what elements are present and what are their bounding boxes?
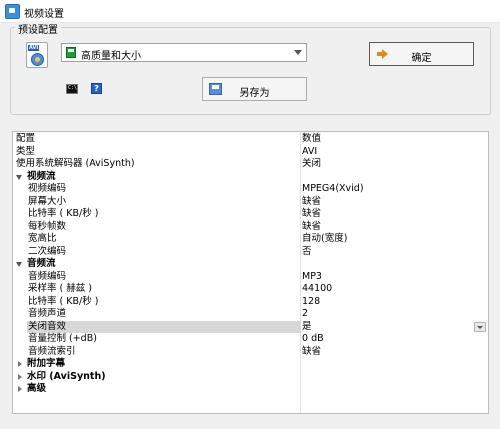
expand-open-icon[interactable]	[16, 174, 22, 180]
grid-property-row[interactable]: 音频声道 2	[13, 308, 488, 321]
property-name: 关闭音效	[28, 320, 67, 332]
grid-category-row[interactable]: 高级	[13, 383, 488, 396]
property-name: 音频流索引	[28, 345, 76, 357]
grid-category-row[interactable]: 视频流	[13, 171, 488, 184]
grid-property-row[interactable]: 音量控制 (+dB) 0 dB	[13, 333, 488, 346]
property-grid[interactable]: 配置 数值 类型 AVI 使用系统解码器 (AviSynth) 关闭视频流 视频编码 MP…	[12, 131, 489, 414]
property-value[interactable]: 缺省	[302, 346, 321, 359]
property-name: 采样率 ( 赫兹 )	[28, 283, 92, 294]
property-value[interactable]: 缺省	[302, 208, 321, 221]
category-label: 高级	[27, 383, 47, 394]
category-label: 附加字幕	[27, 358, 66, 369]
selected-value-cell	[301, 320, 488, 333]
property-value[interactable]: MPEG4(Xvid)	[302, 183, 364, 196]
property-value[interactable]: 0 dB	[302, 333, 324, 346]
expand-closed-icon[interactable]	[18, 361, 22, 367]
property-value[interactable]: MP3	[302, 271, 322, 284]
property-value[interactable]: 自动(宽度)	[302, 233, 347, 246]
preset-selected-value: 高质量和大小	[81, 51, 141, 62]
property-value[interactable]: 128	[302, 296, 320, 309]
app-icon	[5, 4, 20, 19]
grid-property-row[interactable]: 使用系统解码器 (AviSynth) 关闭	[13, 158, 488, 171]
property-value[interactable]: 44100	[302, 283, 332, 296]
property-name: 音频编码	[28, 270, 67, 282]
property-value[interactable]: 缺省	[302, 196, 321, 209]
grid-property-row[interactable]: 比特率 ( KB/秒 ) 128	[13, 296, 488, 309]
ok-button-label: 确定	[411, 53, 432, 64]
save-as-button[interactable]: 另存为	[202, 77, 307, 101]
ok-button[interactable]: 确定	[369, 42, 474, 66]
grid-property-row[interactable]: 比特率 ( KB/秒 ) 缺省	[13, 208, 488, 221]
grid-property-row[interactable]: 每秒帧数 缺省	[13, 221, 488, 234]
floppy-disk-icon	[66, 47, 76, 58]
header-value: 数值	[302, 133, 322, 144]
value-dropdown-button[interactable]	[474, 321, 486, 332]
category-label: 视频流	[27, 170, 56, 182]
property-name: 比特率 ( KB/秒 )	[28, 295, 99, 307]
property-name: 音量控制 (+dB)	[28, 333, 97, 344]
property-name: 比特率 ( KB/秒 )	[28, 208, 99, 219]
avi-file-icon: AVI	[26, 42, 48, 68]
category-label: 水印 (AviSynth)	[27, 370, 106, 382]
property-name: 宽高比	[28, 233, 57, 244]
grid-property-row[interactable]: 宽高比 自动(宽度)	[13, 233, 488, 246]
grid-header: 配置 数值	[13, 133, 488, 146]
preset-groupbox	[10, 27, 491, 115]
property-value[interactable]: 缺省	[302, 221, 321, 234]
property-value[interactable]: AVI	[302, 146, 317, 159]
property-name: 每秒帧数	[28, 220, 67, 232]
preset-group-label: 预设配置	[15, 21, 61, 36]
expand-closed-icon[interactable]	[18, 386, 22, 392]
category-label: 音频流	[27, 258, 56, 269]
grid-property-row[interactable]: 音频流索引 缺省	[13, 346, 488, 359]
property-value[interactable]: 关闭	[302, 158, 321, 171]
grid-category-row[interactable]: 附加字幕	[13, 358, 488, 371]
property-name: 视频编码	[28, 183, 67, 194]
header-name: 配置	[16, 133, 36, 144]
window-title: 视频设置	[24, 9, 64, 20]
grid-category-row[interactable]: 水印 (AviSynth)	[13, 371, 488, 384]
title-bar: 视频设置	[0, 0, 500, 23]
selected-row-highlight	[27, 320, 301, 333]
grid-property-row[interactable]: 音频编码 MP3	[13, 271, 488, 284]
grid-property-row[interactable]: 类型 AVI	[13, 146, 488, 159]
preset-dropdown[interactable]: 高质量和大小	[61, 43, 307, 62]
property-name: 屏幕大小	[28, 195, 67, 207]
help-icon[interactable]: ?	[91, 83, 102, 94]
property-name: 使用系统解码器 (AviSynth)	[16, 158, 135, 169]
chevron-down-icon	[294, 50, 302, 55]
property-value[interactable]: 2	[302, 308, 308, 321]
grid-property-row[interactable]: 关闭音效 是	[13, 320, 488, 334]
property-value[interactable]: 是	[302, 321, 312, 334]
grid-property-row[interactable]: 屏幕大小 缺省	[13, 196, 488, 209]
property-name: 音频声道	[28, 308, 67, 319]
save-as-button-label: 另存为	[239, 88, 270, 99]
grid-property-row[interactable]: 采样率 ( 赫兹 ) 44100	[13, 283, 488, 296]
expand-closed-icon[interactable]	[18, 373, 22, 380]
grid-category-row[interactable]: 音频流	[13, 258, 488, 271]
property-value[interactable]: 否	[302, 246, 312, 259]
command-prompt-icon[interactable]: C:\	[66, 84, 78, 94]
expand-open-icon[interactable]	[16, 262, 22, 267]
grid-property-row[interactable]: 视频编码 MPEG4(Xvid)	[13, 183, 488, 196]
grid-property-row[interactable]: 二次编码 否	[13, 246, 488, 259]
property-name: 类型	[16, 145, 36, 157]
property-name: 二次编码	[28, 245, 67, 257]
